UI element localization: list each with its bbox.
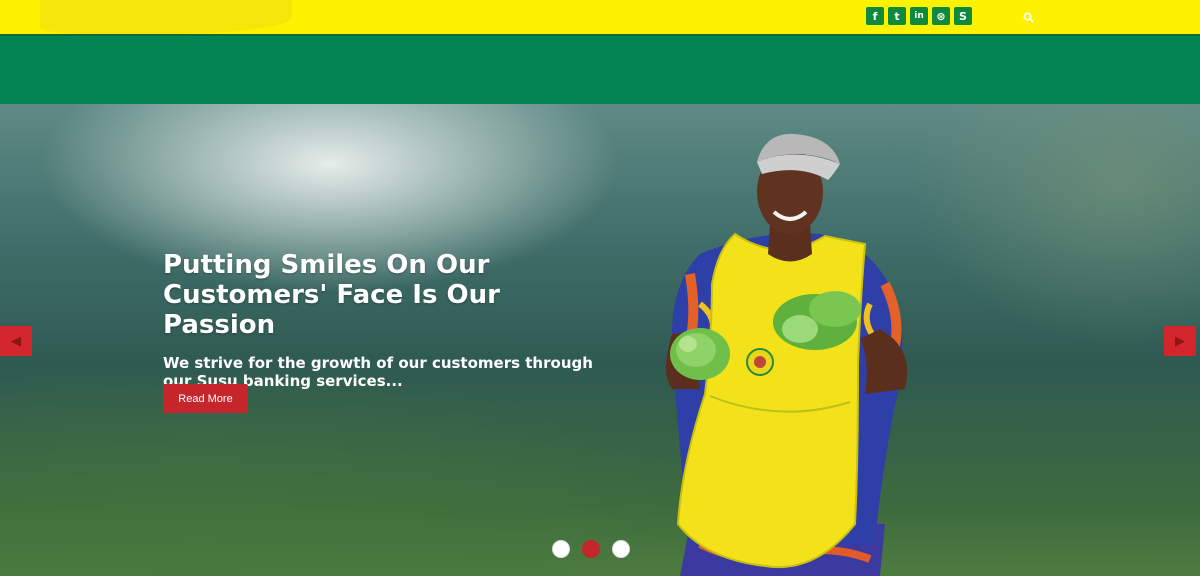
top-bar: f t in ⊛ S <box>0 0 1200 34</box>
read-more-button[interactable]: Read More <box>163 384 248 413</box>
slide-dot-1[interactable] <box>552 540 570 558</box>
slide-dot-3[interactable] <box>612 540 630 558</box>
slider-pagination <box>552 540 630 558</box>
twitter-icon[interactable]: t <box>888 7 906 25</box>
slide-dot-2[interactable] <box>582 540 600 558</box>
skype-icon[interactable]: S <box>954 7 972 25</box>
linkedin-icon[interactable]: in <box>910 7 928 25</box>
next-slide-button[interactable]: ▶ <box>1164 326 1196 356</box>
prev-slide-button[interactable]: ◀ <box>0 326 32 356</box>
social-links: f t in ⊛ S <box>866 7 972 25</box>
search-icon[interactable] <box>1020 9 1036 25</box>
hero-slider: Putting Smiles On Our Customers' Face Is… <box>0 104 1200 576</box>
dribbble-icon[interactable]: ⊛ <box>932 7 950 25</box>
main-navigation-bar <box>0 34 1200 104</box>
slide-caption: Putting Smiles On Our Customers' Face Is… <box>163 250 603 390</box>
chevron-right-icon: ▶ <box>1175 333 1185 348</box>
chevron-left-icon: ◀ <box>11 333 21 348</box>
facebook-icon[interactable]: f <box>866 7 884 25</box>
logo[interactable] <box>40 0 292 34</box>
slide-title: Putting Smiles On Our Customers' Face Is… <box>163 250 500 340</box>
